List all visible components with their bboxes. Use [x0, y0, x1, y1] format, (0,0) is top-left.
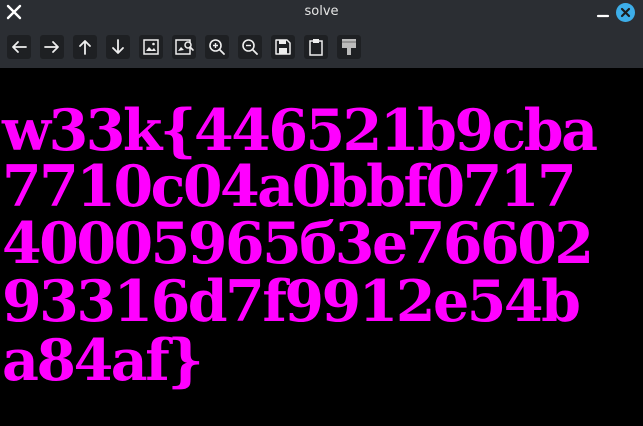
image-search-icon — [175, 39, 194, 55]
save-button[interactable] — [271, 35, 295, 59]
title-bar: solve — [0, 0, 643, 26]
minimize-icon[interactable] — [595, 4, 611, 20]
clipboard-button[interactable] — [304, 35, 328, 59]
image-viewer-content: w33k{446521b9cba 7710c04a0bbf0717 400059… — [0, 68, 643, 426]
up-button[interactable] — [73, 35, 97, 59]
image-search-button[interactable] — [172, 35, 196, 59]
flag-text-line-1: w33k{446521b9cba — [2, 97, 598, 164]
back-button[interactable] — [7, 35, 31, 59]
forward-button[interactable] — [40, 35, 64, 59]
zoom-in-button[interactable] — [205, 35, 229, 59]
flag-text-line-2: 7710c04a0bbf0717 — [2, 153, 577, 220]
arrow-up-icon — [79, 40, 91, 55]
image-icon — [143, 39, 159, 55]
zoom-out-icon — [242, 39, 258, 55]
arrow-left-icon — [12, 41, 27, 53]
window-close-button[interactable] — [616, 3, 635, 22]
arrow-down-icon — [112, 39, 124, 54]
window-title: solve — [304, 4, 339, 19]
zoom-in-icon — [209, 39, 225, 55]
app-window: solve w33k{446521b9cba 7710c04a0bbf0717 … — [0, 0, 643, 426]
save-icon — [275, 39, 291, 55]
clipboard-icon — [309, 39, 323, 56]
down-button[interactable] — [106, 35, 130, 59]
flag-text-line-5: a84af} — [2, 327, 204, 394]
paint-brush-icon — [342, 39, 356, 55]
flag-text-line-3: 40005965б3e76602 — [2, 210, 594, 277]
paint-button[interactable] — [337, 35, 361, 59]
toolbar — [0, 26, 643, 68]
arrow-right-icon — [44, 41, 59, 53]
image-button[interactable] — [139, 35, 163, 59]
flag-text-line-4: 93316d7f9912e54b — [2, 268, 581, 335]
zoom-out-button[interactable] — [238, 35, 262, 59]
